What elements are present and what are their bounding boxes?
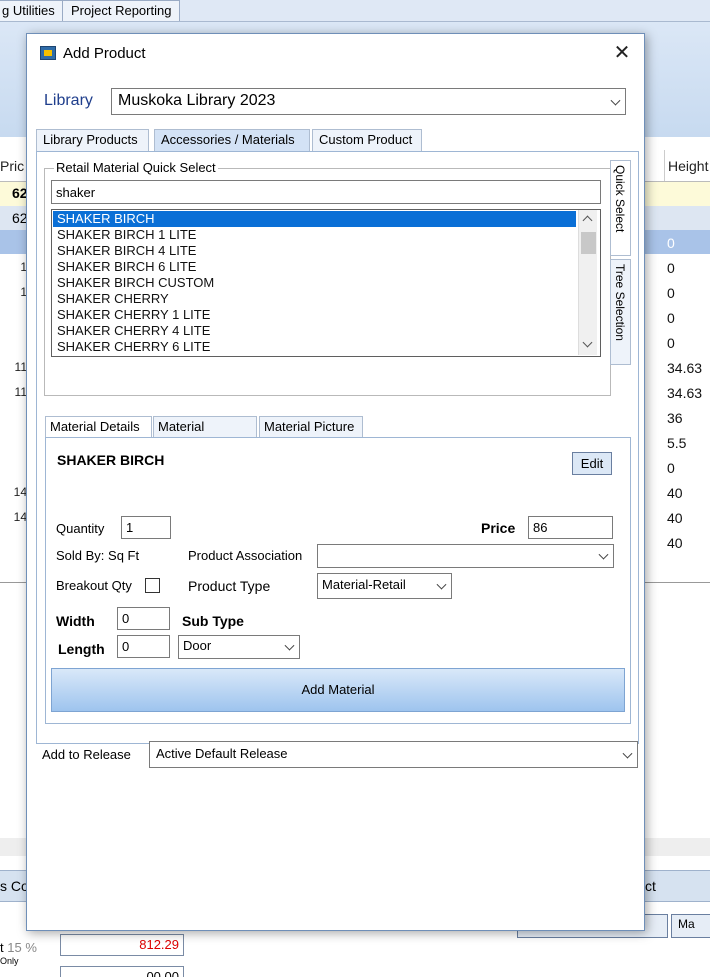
release-select-value: Active Default Release [156, 746, 288, 761]
scroll-down-icon[interactable] [582, 337, 593, 348]
sub-type-select[interactable]: Door [178, 635, 300, 659]
percent-field-label-text: t [0, 940, 4, 955]
tab-utilities[interactable]: g Utilities [0, 0, 64, 21]
length-label: Length [58, 641, 105, 657]
chevron-down-icon [610, 95, 621, 106]
list-item[interactable]: SHAKER CHERRY 4 LITE [53, 323, 576, 339]
material-detail-tabs: Material Details Material Options Materi… [45, 416, 625, 454]
column-header-price[interactable]: Pric [0, 150, 24, 182]
breakout-qty-label: Breakout Qty [56, 578, 132, 593]
grid-cell-height: 34.63 [667, 360, 703, 376]
close-icon[interactable]: ✕ [610, 42, 634, 66]
quantity-label: Quantity [56, 521, 105, 536]
product-type-label: Product Type [188, 578, 271, 594]
list-item[interactable]: SHAKER CHERRY 6 LITE [53, 339, 576, 355]
scroll-up-icon[interactable] [582, 215, 593, 226]
amount-field[interactable]: 812.29 [60, 934, 184, 956]
library-select-value: Muskoka Library 2023 [118, 92, 276, 109]
grid-cell: 1 [20, 260, 27, 274]
chevron-down-icon [436, 579, 447, 590]
list-scrollbar[interactable] [578, 210, 597, 355]
list-item[interactable]: SHAKER BIRCH [53, 211, 576, 227]
edit-button[interactable]: Edit [572, 452, 612, 475]
material-search-input[interactable] [51, 180, 601, 204]
quick-select-legend: Retail Material Quick Select [54, 160, 218, 175]
grid-cell-height: 34.63 [667, 385, 703, 401]
list-item[interactable]: SHAKER BIRCH 4 LITE [53, 243, 576, 259]
width-label: Width [56, 613, 95, 629]
grid-cell: 14 [13, 510, 27, 524]
quantity-input[interactable] [121, 516, 171, 539]
app-tab-bar: g Utilities Project Reporting [0, 0, 710, 22]
list-item[interactable]: SHAKER BIRCH CUSTOM [53, 275, 576, 291]
tab-material-details[interactable]: Material Details [45, 416, 152, 439]
grid-cell-height: 36 [667, 410, 683, 426]
percent-field-label: t 15 % [0, 940, 37, 955]
add-material-button[interactable]: Add Material [51, 668, 625, 712]
scroll-thumb[interactable] [581, 232, 596, 254]
tab-accessories-materials[interactable]: Accessories / Materials [154, 129, 310, 153]
add-product-dialog: Add Product ✕ Library Muskoka Library 20… [26, 33, 645, 931]
percent-field-value: 15 % [7, 940, 37, 955]
grid-cell-height: 40 [667, 485, 683, 501]
tab-material-picture[interactable]: Material Picture [259, 416, 363, 438]
tab-project-reporting[interactable]: Project Reporting [62, 0, 181, 21]
list-item[interactable]: SHAKER CHERRY [53, 291, 576, 307]
app-icon [40, 46, 56, 60]
tab-material-options[interactable]: Material Options [153, 416, 257, 454]
library-label: Library [44, 92, 93, 109]
width-input[interactable] [117, 607, 170, 630]
grid-cell-height: 0 [667, 285, 675, 301]
chevron-down-icon [622, 748, 633, 759]
tab-quick-select-label: Quick Select [613, 165, 627, 233]
tab-tree-selection[interactable]: Tree Selection [610, 259, 631, 365]
product-tabs: Library Products Accessories / Materials… [36, 129, 639, 153]
column-header-height[interactable]: Height [664, 150, 710, 182]
grid-cell-height: 0 [667, 335, 675, 351]
grid-cell-height: 0 [667, 310, 675, 326]
grid-cell-height: 0 [667, 260, 675, 276]
grid-cell: 11 [14, 360, 27, 374]
grid-cell-height: 40 [667, 535, 683, 551]
chevron-down-icon [284, 640, 295, 651]
grid-cell: 1 [20, 285, 27, 299]
price-label: Price [481, 520, 516, 536]
tab-custom-product[interactable]: Custom Product [312, 129, 422, 152]
product-type-select[interactable]: Material-Retail [317, 573, 452, 599]
list-item[interactable]: SHAKER BIRCH 6 LITE [53, 259, 576, 275]
breakout-qty-checkbox[interactable] [145, 578, 160, 593]
grid-cell-height: 5.5 [667, 435, 687, 451]
material-name: SHAKER BIRCH [57, 452, 165, 468]
sold-by-label: Sold By: Sq Ft [56, 548, 140, 563]
only-label: Only [0, 956, 19, 966]
background-button-ma[interactable]: Ma [671, 914, 710, 938]
tab-library-products[interactable]: Library Products [36, 129, 149, 152]
library-select[interactable]: Muskoka Library 2023 [111, 88, 626, 115]
product-type-value: Material-Retail [322, 577, 406, 592]
product-association-label: Product Association [188, 548, 303, 563]
add-to-release-label: Add to Release [42, 747, 131, 762]
release-select[interactable]: Active Default Release [149, 741, 638, 768]
tab-tree-selection-label: Tree Selection [613, 264, 627, 341]
length-input[interactable] [117, 635, 170, 658]
grid-cell: 14 [13, 485, 27, 499]
sub-type-value: Door [183, 638, 212, 653]
dialog-title: Add Product [63, 45, 146, 62]
price-input[interactable] [528, 516, 613, 539]
grid-cell-height: 40 [667, 510, 683, 526]
cost-label-right: ct [645, 878, 656, 894]
grid-cell-height: 0 [667, 235, 675, 251]
tab-quick-select[interactable]: Quick Select [610, 160, 631, 256]
material-list[interactable]: SHAKER BIRCH SHAKER BIRCH 1 LITE SHAKER … [51, 209, 601, 357]
list-item[interactable]: SHAKER CHERRY 1 LITE [53, 307, 576, 323]
grid-cell: 11 [14, 385, 27, 399]
chevron-down-icon [598, 549, 609, 560]
sub-type-label: Sub Type [182, 613, 244, 629]
dialog-titlebar[interactable]: Add Product ✕ [27, 34, 644, 74]
grid-cell-height: 0 [667, 460, 675, 476]
amount-field-2[interactable]: 00.00 [60, 966, 184, 977]
list-item[interactable]: SHAKER BIRCH 1 LITE [53, 227, 576, 243]
product-association-select[interactable] [317, 544, 614, 568]
